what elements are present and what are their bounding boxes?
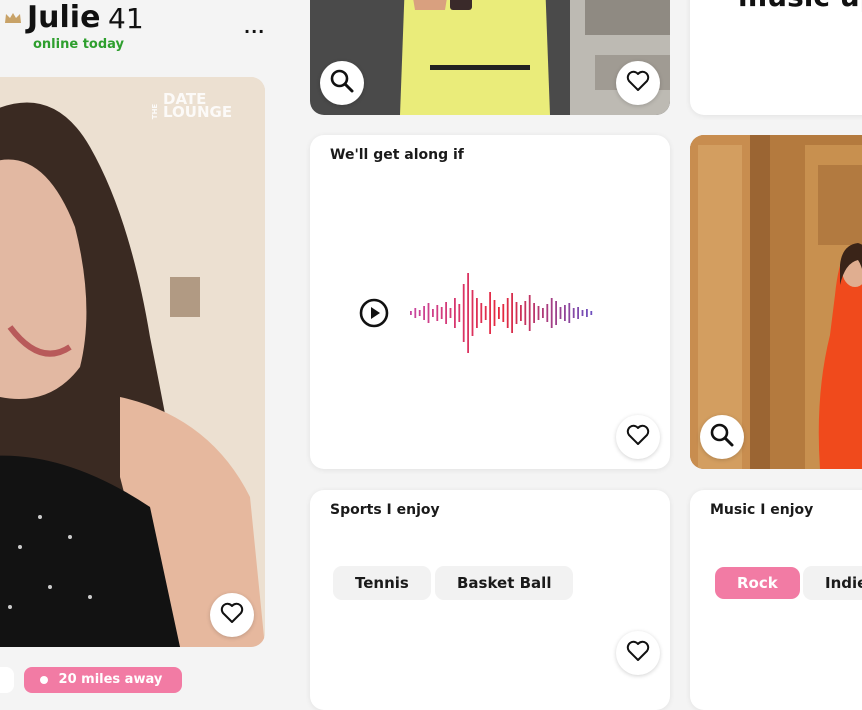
waveform-bar <box>542 308 544 318</box>
waveform-bar <box>555 301 557 325</box>
waveform-bar <box>414 308 417 318</box>
watermark-line3: LOUNGE <box>163 103 233 121</box>
waveform-bar <box>590 311 593 315</box>
main-photo[interactable]: THE DATE LOUNGE <box>0 77 265 647</box>
waveform-bar <box>467 273 469 353</box>
waveform-bar <box>476 298 478 328</box>
audio-waveform <box>410 273 593 353</box>
watermark-line1: THE <box>151 103 160 120</box>
photo-top-middle[interactable] <box>310 0 670 115</box>
photo-top-middle-zoom-button[interactable] <box>320 61 364 105</box>
photo-top-middle-illustration <box>310 0 670 115</box>
voice-prompt-card: We'll get along if <box>310 135 670 469</box>
waveform-bar <box>418 310 421 316</box>
zoom-icon <box>329 68 355 98</box>
waveform-bar <box>432 309 434 317</box>
watermark-logo: THE DATE LOUNGE <box>151 92 233 121</box>
heart-icon <box>626 70 650 96</box>
waveform-bar <box>458 304 461 322</box>
waveform-bar <box>440 307 443 319</box>
prompt-card-top-right-text: music up <box>738 0 862 13</box>
waveform-bar <box>546 304 549 322</box>
waveform-bar <box>581 310 584 316</box>
waveform-bar <box>577 307 579 319</box>
sports-chip: Tennis <box>333 566 431 600</box>
profile-name: Julie <box>27 0 101 35</box>
location-pin-icon <box>40 675 48 684</box>
distance-badge: 20 miles away <box>24 667 183 693</box>
waveform-bar <box>489 292 491 334</box>
voice-prompt-like-button[interactable] <box>616 415 660 459</box>
photo-right-zoom-button[interactable] <box>700 415 744 459</box>
heart-icon <box>626 640 650 666</box>
waveform-bar <box>564 305 566 321</box>
waveform-bar <box>462 284 465 342</box>
music-chip: Rock <box>715 567 800 599</box>
online-status: online today <box>33 37 124 52</box>
more-icon: ... <box>244 18 266 37</box>
waveform-bar <box>502 304 505 322</box>
waveform-bar <box>449 308 452 318</box>
waveform-bar <box>524 301 527 325</box>
waveform-bar <box>506 298 509 328</box>
waveform-bar <box>511 293 513 333</box>
badge-left-edge <box>0 667 14 693</box>
waveform-bar <box>436 305 439 321</box>
sports-card-title: Sports I enjoy <box>330 502 440 518</box>
waveform-bar <box>484 306 487 320</box>
main-photo-illustration <box>0 77 265 647</box>
waveform-bar <box>493 300 496 326</box>
profile-age: 41 <box>108 2 144 35</box>
more-button[interactable]: ... <box>244 18 266 38</box>
sports-chip: Basket Ball <box>435 566 574 600</box>
waveform-bar <box>550 298 553 328</box>
waveform-bar <box>454 298 456 328</box>
zoom-icon <box>709 422 735 452</box>
waveform-bar <box>586 309 588 317</box>
voice-prompt-title: We'll get along if <box>330 147 464 163</box>
waveform-bar <box>537 306 540 320</box>
heart-icon <box>626 424 650 450</box>
music-card: Music I enjoy Rock Indie <box>690 490 862 710</box>
music-card-title: Music I enjoy <box>710 502 814 518</box>
waveform-bar <box>572 308 575 318</box>
waveform-bar <box>568 303 571 323</box>
waveform-bar <box>471 290 474 336</box>
heart-icon <box>220 602 244 628</box>
waveform-bar <box>480 303 483 323</box>
photo-top-middle-like-button[interactable] <box>616 61 660 105</box>
profile-header: Julie 41 online today <box>0 0 270 60</box>
music-chip: Indie <box>803 566 862 600</box>
waveform-bar <box>498 307 500 319</box>
play-icon <box>359 298 389 332</box>
waveform-bar <box>528 295 531 331</box>
waveform-bar <box>427 303 430 323</box>
waveform-bar <box>423 306 425 320</box>
waveform-bar <box>559 307 562 319</box>
prompt-card-top-right: music up <box>690 0 862 115</box>
sports-card: Sports I enjoy Tennis Basket Ball <box>310 490 670 710</box>
waveform-bar <box>520 305 522 321</box>
waveform-bar <box>515 302 518 324</box>
waveform-bar <box>533 303 535 323</box>
play-button[interactable] <box>359 298 389 328</box>
sports-card-like-button[interactable] <box>616 631 660 675</box>
waveform-bar <box>445 302 447 324</box>
distance-label: 20 miles away <box>58 672 163 687</box>
crown-icon <box>4 9 22 28</box>
waveform-bar <box>410 311 412 315</box>
main-photo-like-button[interactable] <box>210 593 254 637</box>
